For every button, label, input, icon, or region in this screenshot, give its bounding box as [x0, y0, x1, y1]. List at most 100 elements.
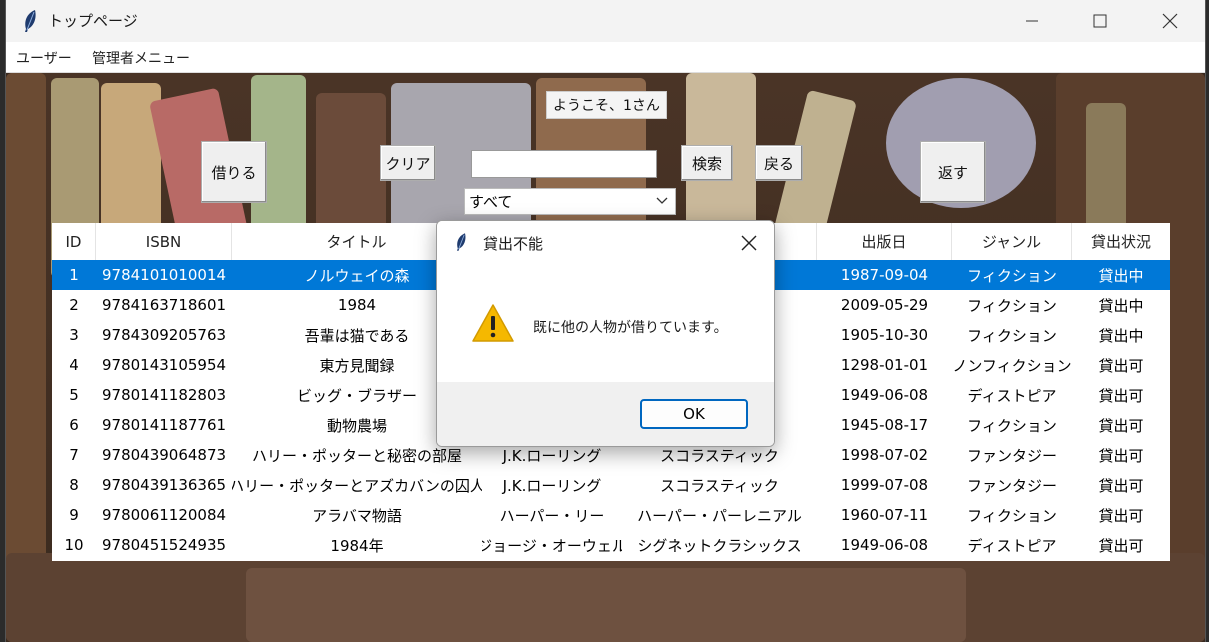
cell-genre: ファンタジー — [966, 446, 1057, 465]
cell-isbn: 9780061120084 — [102, 506, 227, 524]
cell-isbn: 9780141182803 — [102, 386, 227, 404]
search-input[interactable] — [471, 150, 657, 178]
cell-isbn: 9780439136365 — [102, 476, 227, 494]
close-icon — [1162, 13, 1178, 29]
dialog-close-button[interactable] — [724, 221, 774, 265]
cell-status: 貸出中 — [1098, 326, 1144, 345]
cell-genre: フィクション — [967, 296, 1057, 315]
cell-id: 5 — [69, 386, 79, 404]
cell-status: 貸出可 — [1098, 386, 1144, 405]
cell-id: 1 — [69, 266, 79, 284]
borrow-button[interactable]: 借りる — [201, 141, 267, 203]
cell-status: 貸出可 — [1098, 536, 1144, 555]
feather-icon — [457, 233, 466, 251]
cell-isbn: 9784309205763 — [102, 326, 227, 344]
cell-status: 貸出可 — [1098, 356, 1144, 375]
dialog-body: 既に他の人物が借りています。 — [437, 265, 774, 382]
cell-publisher: スコラスティック — [660, 476, 779, 495]
cell-date: 1960-07-11 — [840, 506, 929, 524]
cell-id: 4 — [69, 356, 79, 374]
cell-publisher: ハーパー・パーレニアル — [637, 506, 802, 525]
cell-date: 1945-08-17 — [840, 416, 929, 434]
search-button[interactable]: 検索 — [681, 145, 733, 181]
cell-publisher: シグネットクラシックス — [637, 536, 802, 555]
cell-status: 貸出可 — [1098, 416, 1144, 435]
cell-isbn: 9780451524935 — [102, 536, 227, 554]
cell-genre: ディストピア — [967, 536, 1057, 555]
cell-status: 貸出可 — [1098, 446, 1144, 465]
cell-id: 7 — [69, 446, 79, 464]
back-button[interactable]: 戻る — [755, 145, 803, 181]
dialog-title: 貸出不能 — [483, 235, 544, 253]
filter-selected-value: すべて — [469, 193, 513, 211]
cell-genre: フィクション — [967, 266, 1057, 285]
menu-user[interactable]: ユーザー — [16, 48, 72, 68]
cell-author: J.K.ローリング — [502, 476, 602, 495]
ok-button[interactable]: OK — [640, 399, 748, 429]
cell-author: ハーパー・リー — [499, 506, 605, 525]
cell-date: 1905-10-30 — [840, 326, 929, 344]
maximize-button[interactable] — [1077, 0, 1123, 42]
cell-genre: ディストピア — [967, 386, 1057, 405]
cell-status: 貸出可 — [1098, 476, 1144, 495]
cell-date: 1298-01-01 — [840, 356, 929, 374]
menu-admin[interactable]: 管理者メニュー — [92, 48, 190, 68]
cell-id: 10 — [64, 536, 84, 554]
cell-id: 3 — [69, 326, 79, 344]
cell-isbn: 9784101010014 — [102, 266, 227, 284]
maximize-icon — [1093, 14, 1107, 28]
clear-button[interactable]: クリア — [380, 145, 436, 181]
dialog-title-bar: 貸出不能 — [437, 221, 774, 265]
feather-icon — [25, 10, 36, 32]
header-date[interactable]: 出版日 — [817, 223, 952, 260]
cell-isbn: 9780439064873 — [102, 446, 227, 464]
cell-genre: フィクション — [967, 416, 1057, 435]
dialog-footer: OK — [437, 382, 774, 446]
close-icon — [741, 235, 757, 251]
filter-select[interactable]: すべて — [464, 188, 676, 215]
main-window: トップページ ユーザー 管理者メニュー ようこそ、1さん 借りる クリア 検索 … — [5, 0, 1206, 642]
menu-bar: ユーザー 管理者メニュー — [6, 42, 1205, 73]
cell-title: ハリー・ポッターとアズカバンの囚人 — [232, 476, 482, 495]
chevron-down-icon — [656, 197, 668, 204]
header-genre[interactable]: ジャンル — [952, 223, 1072, 260]
cell-author: ジョージ・オーウェル — [482, 536, 622, 555]
cell-title: 1984年 — [330, 536, 384, 555]
error-dialog: 貸出不能 既に他の人物が借りています。 OK — [436, 220, 775, 447]
cell-id: 9 — [69, 506, 79, 524]
cell-isbn: 9784163718601 — [102, 296, 227, 314]
table-row[interactable]: 10 9780451524935 1984年 ジョージ・オーウェル シグネットクラシック… — [52, 530, 1170, 560]
cell-id: 2 — [69, 296, 79, 314]
cell-date: 1999-07-08 — [840, 476, 929, 494]
cell-id: 6 — [69, 416, 79, 434]
cell-date: 1987-09-04 — [840, 266, 929, 284]
cell-genre: フィクション — [967, 326, 1057, 345]
return-button[interactable]: 返す — [920, 141, 986, 203]
cell-isbn: 9780141187761 — [102, 416, 227, 434]
table-row[interactable]: 9 9780061120084 アラバマ物語 ハーパー・リー ハーパー・パーレニアル 19… — [52, 500, 1170, 530]
cell-status: 貸出可 — [1098, 506, 1144, 525]
dialog-message: 既に他の人物が借りています。 — [533, 320, 728, 336]
cell-date: 1949-06-08 — [840, 536, 929, 554]
cell-id: 8 — [69, 476, 79, 494]
cell-date: 2009-05-29 — [840, 296, 929, 314]
window-title: トップページ — [48, 12, 138, 30]
header-isbn[interactable]: ISBN — [96, 223, 232, 260]
table-row[interactable]: 8 9780439136365 ハリー・ポッターとアズカバンの囚人 J.K.ローリング… — [52, 470, 1170, 500]
cell-title: アラバマ物語 — [312, 506, 402, 525]
cell-genre: ノンフィクション — [952, 356, 1072, 375]
close-button[interactable] — [1147, 0, 1193, 42]
minimize-button[interactable] — [1009, 0, 1055, 42]
cell-status: 貸出中 — [1098, 296, 1144, 315]
minimize-icon — [1026, 20, 1038, 22]
cell-status: 貸出中 — [1098, 266, 1144, 285]
cell-isbn: 9780143105954 — [102, 356, 227, 374]
header-id[interactable]: ID — [52, 223, 96, 260]
welcome-label: ようこそ、1さん — [546, 91, 667, 119]
header-status[interactable]: 貸出状況 — [1072, 223, 1170, 260]
cell-genre: ファンタジー — [966, 476, 1057, 495]
title-bar: トップページ — [6, 0, 1205, 42]
cell-date: 1949-06-08 — [840, 386, 929, 404]
warning-icon — [472, 304, 514, 342]
cell-date: 1998-07-02 — [840, 446, 929, 464]
